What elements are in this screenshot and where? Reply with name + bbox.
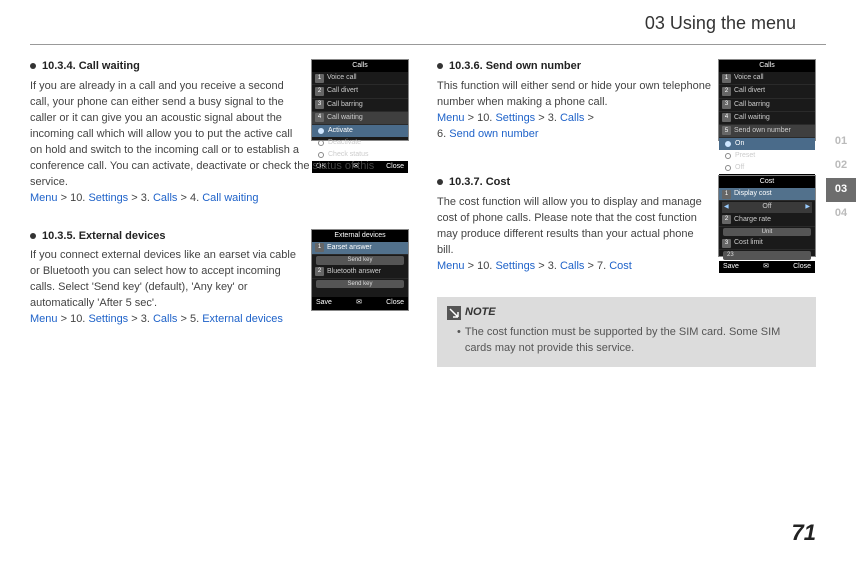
tab-04[interactable]: 04	[826, 202, 856, 226]
phone-title: Calls	[312, 60, 408, 72]
section-cost: Cost 1Display cost ◀Off▶ 2Charge rate Un…	[437, 175, 816, 275]
note-arrow-icon	[447, 306, 461, 320]
section-send-own-number: Calls 1Voice call 2Call divert 3Call bar…	[437, 59, 816, 145]
phone-screenshot-send-number: Calls 1Voice call 2Call divert 3Call bar…	[718, 59, 816, 141]
body-text: This function will either send or hide y…	[437, 80, 711, 108]
tab-02[interactable]: 02	[826, 154, 856, 178]
body-text: The cost function will allow you to disp…	[437, 196, 702, 256]
phone-screenshot-external: External devices 1Earset answer Send key…	[311, 229, 409, 311]
heading: 10.3.5. External devices	[42, 229, 166, 245]
tab-01[interactable]: 01	[826, 130, 856, 154]
page-number: 71	[792, 517, 816, 549]
phone-title: Cost	[719, 176, 815, 188]
phone-screenshot-calls: Calls 1Voice call 2Call divert 3Call bar…	[311, 59, 409, 141]
bullet-icon: •	[457, 325, 461, 357]
phone-title: Calls	[719, 60, 815, 72]
body-text: If you connect external devices like an …	[30, 249, 296, 309]
section-call-waiting: Calls 1Voice call 2Call divert 3Call bar…	[30, 59, 409, 206]
tab-03[interactable]: 03	[826, 178, 856, 202]
phone-title: External devices	[312, 230, 408, 242]
divider	[30, 44, 826, 45]
phone-screenshot-cost: Cost 1Display cost ◀Off▶ 2Charge rate Un…	[718, 175, 816, 257]
note-box: NOTE • The cost function must be support…	[437, 297, 816, 367]
chapter-tabs: 01 02 03 04	[826, 130, 856, 226]
heading: 10.3.7. Cost	[449, 175, 510, 191]
note-label: NOTE	[465, 305, 496, 321]
chapter-title: 03 Using the menu	[0, 0, 856, 36]
heading: 10.3.6. Send own number	[449, 59, 581, 75]
section-external-devices: External devices 1Earset answer Send key…	[30, 229, 409, 329]
heading: 10.3.4. Call waiting	[42, 59, 140, 75]
note-text: The cost function must be supported by t…	[465, 325, 806, 357]
